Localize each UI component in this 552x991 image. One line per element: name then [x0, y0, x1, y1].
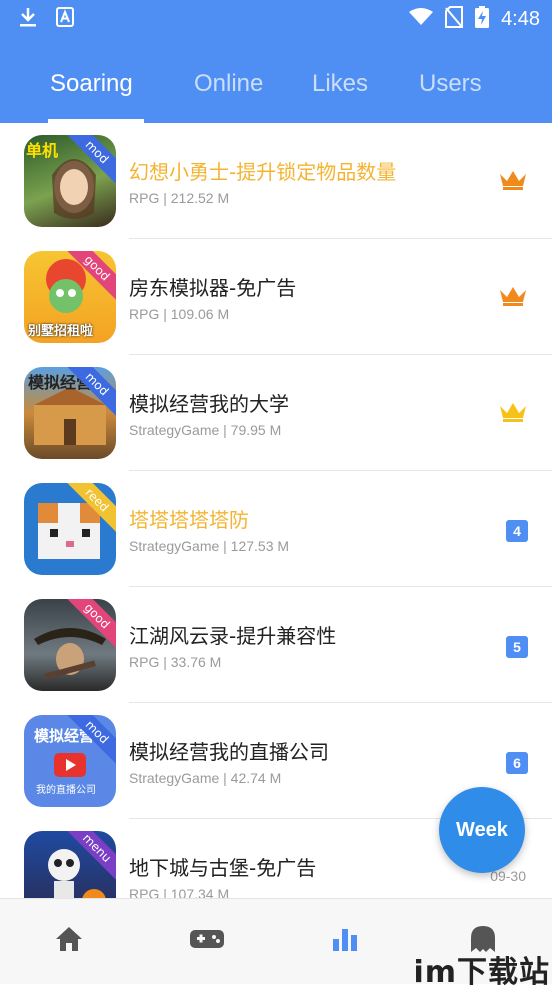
app-title: 塔塔塔塔塔防	[129, 508, 249, 532]
game-icon: 模拟经营 我的直播公司 mod	[24, 715, 116, 807]
ranking-list: 单机 mod 幻想小勇士-提升锁定物品数量 RPG | 212.52 M 别墅招…	[0, 123, 552, 898]
list-item[interactable]: 单机 mod 幻想小勇士-提升锁定物品数量 RPG | 212.52 M	[0, 123, 552, 239]
icon-caption: 单机	[26, 141, 59, 160]
rank-number: 6	[506, 752, 528, 774]
app-title: 房东模拟器-免广告	[129, 276, 297, 300]
icon-caption: 别墅招租啦	[28, 324, 94, 339]
tab-online[interactable]: Online	[194, 70, 263, 98]
list-item[interactable]: 别墅招租啦 good 房东模拟器-免广告 RPG | 109.06 M	[0, 239, 552, 355]
game-icon: 别墅招租啦 good	[24, 251, 116, 343]
game-icon: menu	[24, 831, 116, 898]
week-filter-button[interactable]: Week	[439, 787, 525, 873]
list-item[interactable]: 模拟经营 mod 模拟经营我的大学 StrategyGame | 79.95 M	[0, 355, 552, 471]
home-nav-button[interactable]	[49, 923, 89, 959]
home-icon	[54, 925, 84, 957]
watermark: im下载站	[413, 955, 550, 990]
game-icon: reed	[24, 483, 116, 575]
gamepad-icon	[189, 927, 225, 955]
app-title: 江湖风云录-提升兼容性	[129, 624, 337, 648]
app-meta: StrategyGame | 79.95 M	[129, 422, 282, 438]
clock: 4:48	[501, 7, 540, 30]
game-icon: 模拟经营 mod	[24, 367, 116, 459]
icon-subcaption: 我的直播公司	[36, 785, 96, 796]
app-meta: RPG | 33.76 M	[129, 654, 222, 670]
app-meta: RPG | 212.52 M	[129, 190, 230, 206]
rank-number: 5	[506, 636, 528, 658]
app-title: 模拟经营我的大学	[129, 392, 289, 416]
tab-likes[interactable]: Likes	[312, 70, 368, 98]
wifi-icon	[409, 8, 434, 30]
app-meta: StrategyGame | 127.53 M	[129, 538, 290, 554]
list-item[interactable]: reed 塔塔塔塔塔防 StrategyGame | 127.53 M 4	[0, 471, 552, 587]
app-notification-icon	[56, 7, 74, 31]
app-title: 地下城与古堡-免广告	[129, 856, 317, 880]
download-icon	[18, 6, 38, 32]
app-title: 模拟经营我的直播公司	[129, 740, 329, 764]
bottom-navigation: im下载站	[0, 898, 552, 990]
bar-chart-icon	[331, 925, 359, 957]
ranking-nav-button[interactable]	[325, 923, 365, 959]
games-nav-button[interactable]	[187, 923, 227, 959]
crown-icon	[498, 168, 528, 196]
tab-bar: Soaring Online Likes Users	[0, 64, 552, 123]
app-header: 4:48 Soaring Online Likes Users	[0, 0, 552, 123]
app-meta: RPG | 107.34 M	[129, 886, 230, 898]
no-sim-icon	[445, 6, 464, 32]
battery-charging-icon	[475, 6, 490, 32]
app-meta: StrategyGame | 42.74 M	[129, 770, 282, 786]
list-item[interactable]: good 江湖风云录-提升兼容性 RPG | 33.76 M 5	[0, 587, 552, 703]
app-title: 幻想小勇士-提升锁定物品数量	[129, 160, 397, 184]
crown-icon	[498, 400, 528, 428]
game-icon: good	[24, 599, 116, 691]
rank-number: 4	[506, 520, 528, 542]
crown-icon	[498, 284, 528, 312]
tab-soaring[interactable]: Soaring	[50, 70, 133, 98]
game-icon: 单机 mod	[24, 135, 116, 227]
status-bar: 4:48	[0, 0, 552, 38]
tab-users[interactable]: Users	[419, 70, 482, 98]
app-meta: RPG | 109.06 M	[129, 306, 230, 322]
